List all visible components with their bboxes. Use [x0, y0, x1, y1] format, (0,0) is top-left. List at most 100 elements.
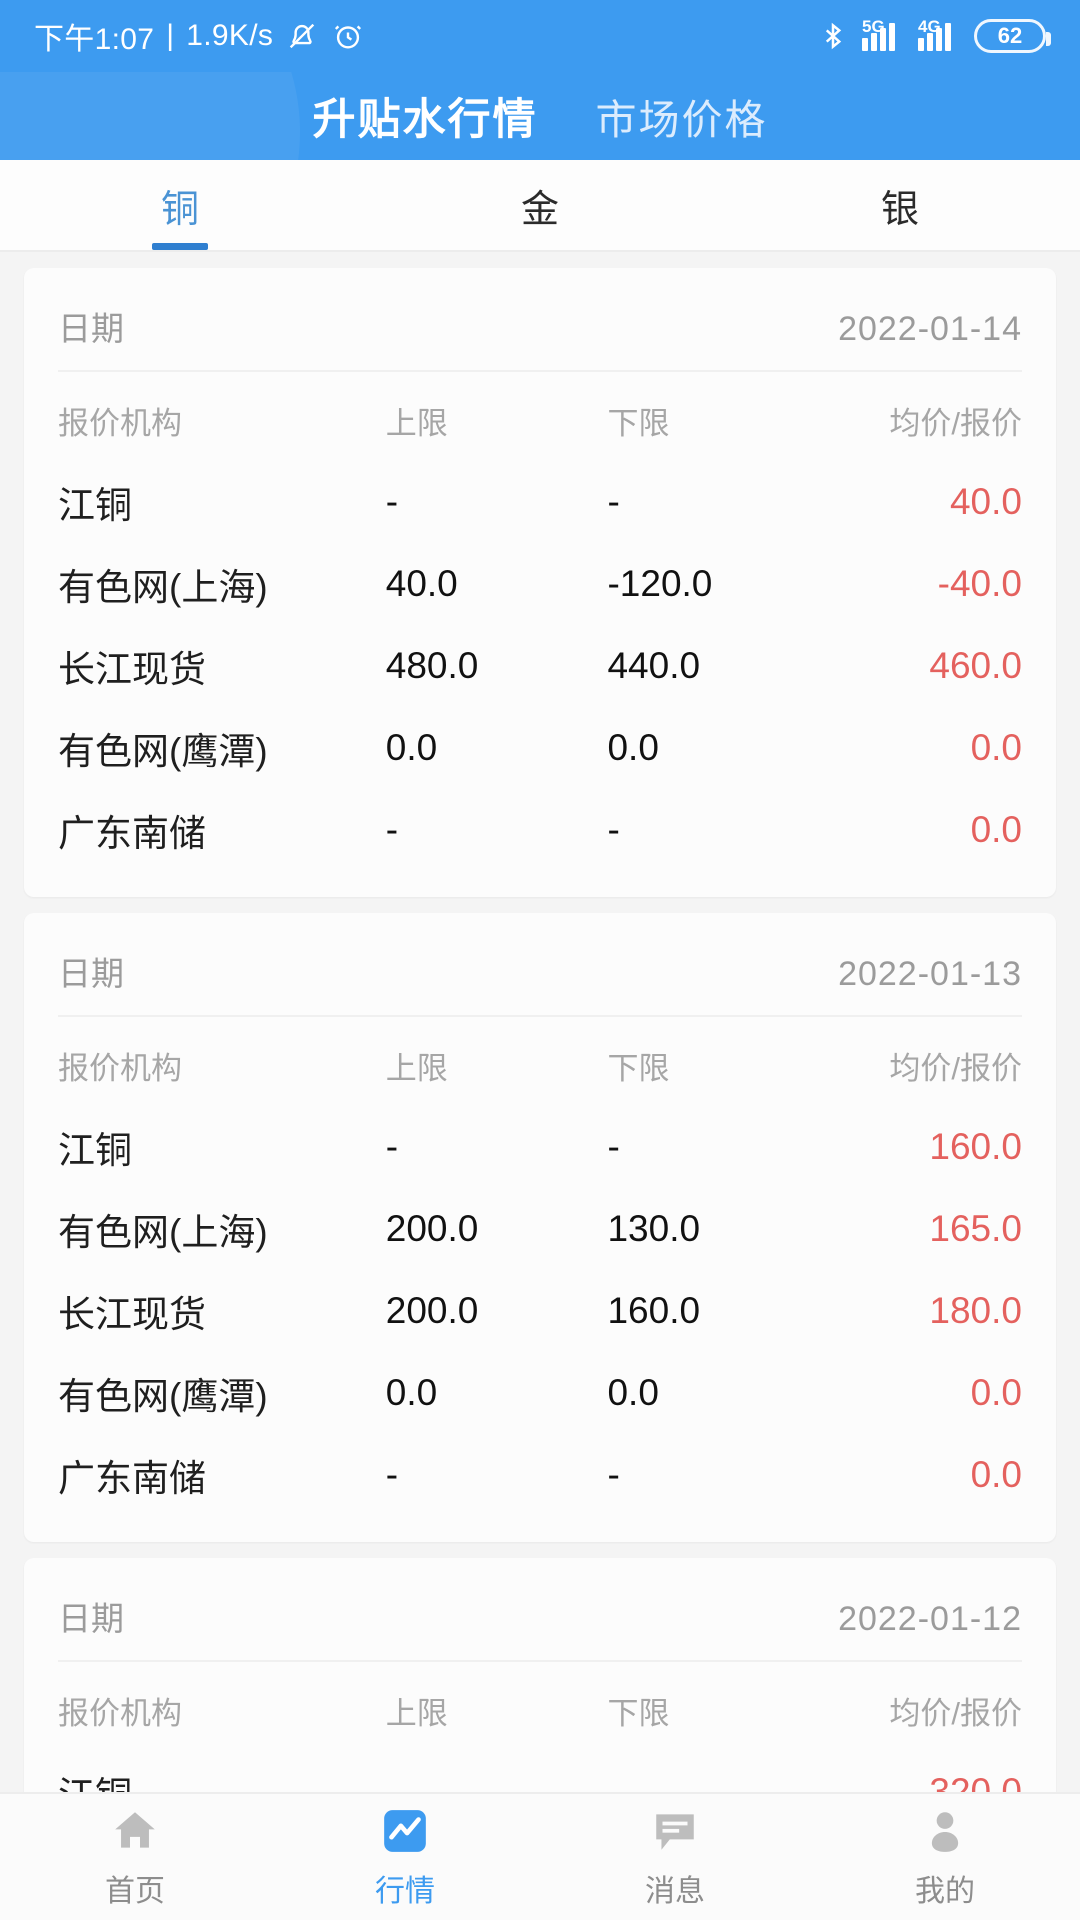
cell-avg: 165.0	[929, 1208, 1022, 1249]
alarm-icon	[331, 19, 365, 53]
table-header-row: 报价机构 上限 下限 均价/报价	[58, 1662, 1022, 1751]
cell-upper: 40.0	[385, 563, 458, 604]
card-date-row: 日期 2022-01-12	[58, 1580, 1022, 1662]
cell-org: 长江现货	[58, 649, 206, 690]
table-row: 长江现货 200.0 160.0 180.0	[58, 1270, 1022, 1352]
status-bar-left: 下午1:07 | 1.9K/s	[34, 14, 365, 58]
status-time: 下午1:07	[34, 23, 155, 56]
header-lower: 下限	[607, 406, 670, 441]
cell-avg: 0.0	[970, 727, 1022, 768]
signal-4g-icon: 4G	[918, 17, 960, 51]
cell-org: 长江现货	[58, 1294, 206, 1335]
chart-icon	[378, 1804, 432, 1858]
sim2-network-label: 4G	[918, 17, 941, 36]
nav-item-message[interactable]: 消息	[540, 1804, 810, 1910]
table-row: 有色网(上海) 200.0 130.0 165.0	[58, 1188, 1022, 1270]
cell-avg: -40.0	[937, 563, 1022, 604]
cell-org: 江铜	[58, 1130, 132, 1171]
quote-card-list[interactable]: 日期 2022-01-14 报价机构 上限 下限 均价/报价 江铜 - -40.0 有色网(上海)…	[0, 252, 1080, 1792]
nav-item-chart[interactable]: 行情	[270, 1804, 540, 1910]
header-avg: 均价/报价	[889, 1051, 1022, 1086]
table-header-row: 报价机构 上限 下限 均价/报价	[58, 1017, 1022, 1106]
cell-avg: 0.0	[970, 809, 1022, 850]
nav-item-person[interactable]: 我的	[810, 1804, 1080, 1910]
quote-table: 报价机构 上限 下限 均价/报价江铜 - - 160.0 有色网(上海) 200.0 130.0 1…	[58, 1017, 1022, 1516]
cell-org: 有色网(上海)	[58, 567, 268, 608]
cell-lower: -	[607, 809, 620, 850]
cell-avg: 320.0	[929, 1771, 1022, 1792]
header-avg: 均价/报价	[889, 1696, 1022, 1731]
quote-table: 报价机构上限下限均价/报价江铜--320.0有色网(上海)330.0270.03…	[58, 1662, 1022, 1792]
header-org: 报价机构	[58, 1051, 182, 1086]
cell-org: 江铜	[58, 1751, 386, 1792]
page-header: 升贴水行情 市场价格	[0, 72, 1080, 160]
header-avg: 均价/报价	[889, 406, 1022, 441]
cell-avg: 0.0	[970, 1372, 1022, 1413]
bluetooth-icon	[818, 18, 848, 54]
person-icon	[918, 1804, 972, 1858]
table-row: 广东南储 - - 0.0	[58, 1434, 1022, 1516]
cell-org: 广东南储	[58, 1458, 206, 1499]
header-upper: 上限	[385, 406, 448, 441]
cell-org: 广东南储	[58, 813, 206, 854]
status-separator: |	[166, 19, 175, 52]
cell-upper: 200.0	[385, 1208, 479, 1249]
header-upper: 上限	[385, 1696, 448, 1731]
cell-lower: 0.0	[607, 1372, 659, 1413]
date-label: 日期	[58, 955, 124, 992]
card-date-row: 日期 2022-01-13	[58, 935, 1022, 1017]
cell-upper: 0.0	[385, 1372, 438, 1413]
table-row: 江铜 - - 160.0	[58, 1106, 1022, 1188]
cell-upper: -	[385, 809, 399, 850]
cell-lower: -	[607, 1771, 620, 1792]
battery-icon: 62	[974, 19, 1051, 53]
table-header-row: 报价机构 上限 下限 均价/报价	[58, 372, 1022, 461]
metal-tab-label: 金	[520, 188, 559, 231]
status-bar-right: 5G 4G 62	[818, 17, 1051, 54]
signal-5g-icon: 5G	[862, 17, 904, 51]
date-value: 2022-01-12	[838, 1600, 1022, 1638]
header-lower: 下限	[607, 1051, 670, 1086]
nav-item-label: 消息	[645, 1875, 705, 1908]
table-row: 有色网(鹰潭) 0.0 0.0 0.0	[58, 707, 1022, 789]
nav-item-home[interactable]: 首页	[0, 1804, 270, 1910]
header-lower: 下限	[607, 1696, 670, 1731]
quote-card[interactable]: 日期 2022-01-14 报价机构 上限 下限 均价/报价 江铜 - -40.0 有色网(上海)…	[24, 268, 1056, 897]
cell-lower: 160.0	[607, 1290, 701, 1331]
mute-icon	[285, 19, 319, 53]
cell-upper: -	[385, 1454, 399, 1495]
header-tab-premium-discount[interactable]: 升贴水行情	[313, 85, 538, 147]
quote-card[interactable]: 日期2022-01-12报价机构上限下限均价/报价江铜--320.0有色网(上海…	[24, 1558, 1056, 1792]
cell-org: 有色网(上海)	[58, 1212, 268, 1253]
nav-item-label: 我的	[915, 1875, 975, 1908]
table-row: 广东南储 - - 0.0	[58, 789, 1022, 871]
cell-avg: 0.0	[970, 1454, 1022, 1495]
cell-upper: 480.0	[385, 645, 479, 686]
metal-tab-2[interactable]: 金	[360, 160, 720, 250]
quote-card[interactable]: 日期 2022-01-13 报价机构 上限 下限 均价/报价江铜 - - 160.0 有色网(上海…	[24, 913, 1056, 1542]
cell-lower: -	[607, 481, 620, 522]
cell-lower: 130.0	[607, 1208, 701, 1249]
status-bar: 下午1:07 | 1.9K/s 5G 4G 62	[0, 0, 1080, 72]
header-upper: 上限	[385, 1051, 448, 1086]
header-tab-market-price[interactable]: 市场价格	[596, 86, 768, 146]
table-row: 江铜 - - 40.0	[58, 461, 1022, 543]
cell-upper: 200.0	[385, 1290, 479, 1331]
cell-org: 有色网(鹰潭)	[58, 1376, 268, 1417]
metal-tab-label: 铜	[160, 188, 199, 231]
cell-avg: 160.0	[929, 1126, 1022, 1167]
message-icon	[648, 1804, 702, 1858]
active-tab-indicator	[152, 243, 208, 250]
cell-lower: 0.0	[607, 727, 659, 768]
cell-upper: -	[385, 1771, 399, 1792]
battery-level: 62	[997, 23, 1023, 48]
cell-avg: 460.0	[929, 645, 1022, 686]
date-value: 2022-01-13	[838, 955, 1022, 993]
cell-lower: 440.0	[607, 645, 701, 686]
metal-tab-bar: 铜金银	[0, 160, 1080, 252]
metal-tab-3[interactable]: 银	[720, 160, 1080, 250]
cell-lower: -	[607, 1126, 620, 1167]
bottom-navigation: 首页 行情 消息 我的	[0, 1792, 1080, 1920]
table-row: 江铜--320.0	[58, 1751, 1022, 1792]
metal-tab-1[interactable]: 铜	[0, 160, 360, 250]
